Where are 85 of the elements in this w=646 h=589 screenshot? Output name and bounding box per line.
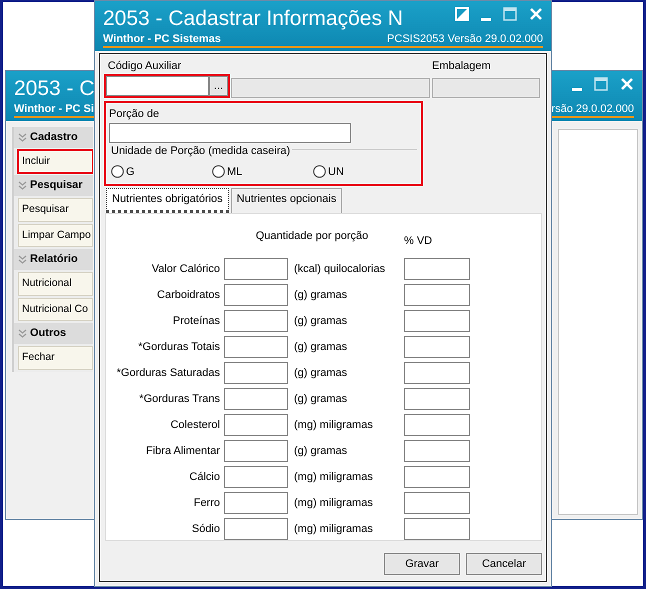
unit-text: (g) gramas <box>293 392 348 407</box>
vd-field[interactable] <box>404 440 470 462</box>
unit-radio[interactable]: ML <box>212 164 313 180</box>
unit-text: (mg) miligramas <box>293 522 374 537</box>
window-title: 2053 - Cadastrar Informações N <box>103 7 403 30</box>
unit-text: (g) gramas <box>293 314 348 329</box>
nutrient-label: Proteínas <box>172 314 220 329</box>
unit-text: (g) gramas <box>293 288 348 303</box>
unit-radio[interactable]: G <box>111 164 212 180</box>
nutrient-label: Fibra Alimentar <box>145 444 220 459</box>
quantity-field[interactable] <box>224 258 288 280</box>
field-label: Embalagem <box>432 59 492 74</box>
unit-text: (kcal) quilocalorias <box>293 262 386 277</box>
nutrient-label: Carboidratos <box>156 288 220 303</box>
code-input-field[interactable] <box>106 76 209 96</box>
chevron-icon <box>18 255 27 264</box>
quantity-field[interactable] <box>224 466 288 488</box>
nutrient-label: Sódio <box>190 522 220 537</box>
vd-field[interactable] <box>404 466 470 488</box>
sidebar-heading[interactable]: Outros <box>14 323 93 344</box>
unit-text: (mg) miligramas <box>293 496 374 511</box>
vd-field[interactable] <box>404 388 470 410</box>
vd-field[interactable] <box>404 518 470 540</box>
vd-field[interactable] <box>404 258 470 280</box>
portion-input-field[interactable] <box>109 123 351 143</box>
browse-button[interactable]: ... <box>209 76 228 96</box>
quantity-field[interactable] <box>224 440 288 462</box>
dialog-button[interactable]: Gravar <box>384 553 460 575</box>
quantity-field[interactable] <box>224 414 288 436</box>
unit-radio[interactable]: UN <box>313 164 414 180</box>
unit-text: (g) gramas <box>293 340 348 355</box>
sidebar-item[interactable]: Limpar Campo <box>18 224 93 248</box>
maximize-icon[interactable] <box>503 7 517 21</box>
unit-text: (g) gramas <box>293 366 348 381</box>
vd-field[interactable] <box>404 310 470 332</box>
close-icon[interactable] <box>620 77 634 91</box>
quantity-field[interactable] <box>224 518 288 540</box>
nutrient-label: Ferro <box>192 496 220 511</box>
quantity-field[interactable] <box>224 284 288 306</box>
maximize-icon[interactable] <box>594 77 608 91</box>
sidebar-item[interactable]: Nutricional Co <box>18 298 93 322</box>
vd-field[interactable] <box>404 362 470 384</box>
nutrient-label: Colesterol <box>169 418 220 433</box>
close-icon[interactable] <box>529 7 543 21</box>
nutrient-label: *Gorduras Trans <box>138 392 220 407</box>
nutrient-label: Cálcio <box>188 470 220 485</box>
quantity-field[interactable] <box>224 336 288 358</box>
tab[interactable]: Nutrientes opcionais <box>230 188 342 212</box>
restore-icon[interactable] <box>455 7 469 21</box>
group-label: Unidade de Porção (medida caseira) <box>109 145 292 157</box>
vd-field[interactable] <box>404 336 470 358</box>
chevron-icon <box>18 181 27 190</box>
unit-text: (g) gramas <box>293 444 348 459</box>
sidebar-item[interactable]: Incluir <box>18 150 93 174</box>
sidebar-heading[interactable]: Pesquisar <box>14 175 93 196</box>
sidebar-item[interactable]: Fechar <box>18 346 93 370</box>
quantity-field[interactable] <box>224 492 288 514</box>
version-text: PCSIS2053 Versão 29.0.02.000 <box>387 33 543 46</box>
quantity-field[interactable] <box>224 362 288 384</box>
vd-field[interactable] <box>404 414 470 436</box>
vd-field[interactable] <box>404 284 470 306</box>
chevron-icon <box>18 329 27 338</box>
column-header: Quantidade por porção <box>254 228 370 244</box>
sidebar-item[interactable]: Nutricional <box>18 272 93 296</box>
column-header: % VD <box>404 234 434 248</box>
dialog-button[interactable]: Cancelar <box>466 553 542 575</box>
window-title: 2053 - C <box>14 77 95 100</box>
tab[interactable]: Nutrientes obrigatórios <box>106 188 229 212</box>
unit-text: (mg) miligramas <box>293 470 374 485</box>
sidebar-item[interactable]: Pesquisar <box>18 198 93 222</box>
window-subtitle: Winthor - PC Si <box>14 103 94 116</box>
window-subtitle: Winthor - PC Sistemas <box>103 33 221 46</box>
nutrient-label: *Gorduras Saturadas <box>116 366 220 381</box>
nutrient-label: Valor Calórico <box>150 262 220 277</box>
sidebar-heading[interactable]: Relatório <box>14 249 93 270</box>
sidebar-heading[interactable]: Cadastro <box>14 127 93 148</box>
field-label: Porção de <box>109 106 160 122</box>
field-label: Código Auxiliar <box>108 59 182 74</box>
nutrient-label: *Gorduras Totais <box>137 340 220 355</box>
chevron-icon <box>18 132 27 142</box>
quantity-field[interactable] <box>224 388 288 410</box>
quantity-field[interactable] <box>224 310 288 332</box>
version-text: rsão 29.0.02.000 <box>551 103 634 116</box>
vd-field[interactable] <box>404 492 470 514</box>
unit-text: (mg) miligramas <box>293 418 374 433</box>
